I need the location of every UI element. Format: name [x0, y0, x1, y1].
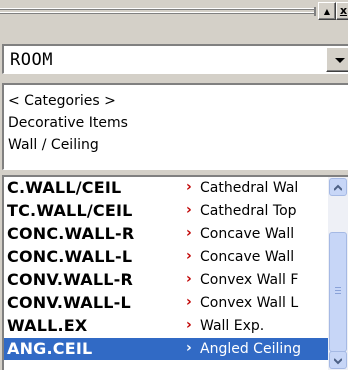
chevron-up-icon	[334, 184, 342, 191]
item-marker: ›	[186, 202, 192, 218]
item-marker: ›	[186, 294, 192, 310]
item-code: WALL.EX	[7, 316, 88, 335]
items-list[interactable]: C.WALL/CEIL › Cathedral Wal TC.WALL/CEIL…	[2, 175, 348, 370]
item-description: Concave Wall	[200, 249, 295, 265]
list-item[interactable]: TC.WALL/CEIL › Cathedral Top	[4, 200, 328, 222]
triangle-down-icon	[335, 58, 345, 63]
chevron-down-icon	[334, 358, 342, 365]
list-item[interactable]: CONV.WALL-R › Convex Wall F	[4, 269, 328, 291]
item-marker: ›	[186, 340, 192, 356]
item-code: TC.WALL/CEIL	[7, 201, 133, 220]
grip-line	[0, 9, 314, 10]
list-item[interactable]: C.WALL/CEIL › Cathedral Wal	[4, 177, 328, 199]
room-combobox[interactable]: ROOM	[2, 44, 348, 74]
category-item[interactable]: Decorative Items	[8, 115, 128, 131]
list-item[interactable]: CONV.WALL-L › Convex Wall L	[4, 292, 328, 314]
scroll-thumb[interactable]	[329, 232, 347, 352]
scroll-up-button[interactable]	[329, 178, 347, 196]
close-button[interactable]: x	[336, 2, 348, 20]
category-item[interactable]: < Categories >	[8, 93, 116, 109]
vertical-scrollbar[interactable]	[328, 177, 348, 370]
list-item[interactable]: WALL.EX › Wall Exp.	[4, 315, 328, 337]
grip-icon	[335, 287, 341, 295]
item-description: Angled Ceiling	[200, 341, 301, 357]
up-arrow-icon: ▲	[323, 7, 331, 16]
item-marker: ›	[186, 225, 192, 241]
item-description: Concave Wall	[200, 226, 295, 242]
item-code: ANG.CEIL	[7, 339, 93, 358]
item-code: CONC.WALL-R	[7, 224, 135, 243]
list-item-selected[interactable]: ANG.CEIL › Angled Ceiling	[4, 338, 328, 360]
categories-list[interactable]: < Categories > Decorative Items Wall / C…	[2, 83, 348, 170]
room-combobox-dropdown-button[interactable]	[326, 47, 348, 72]
item-code: CONC.WALL-L	[7, 247, 133, 266]
scroll-down-button[interactable]	[329, 351, 347, 369]
item-description: Cathedral Top	[200, 203, 297, 219]
item-marker: ›	[186, 179, 192, 195]
close-icon: x	[339, 4, 348, 17]
item-marker: ›	[186, 317, 192, 333]
collapse-up-button[interactable]: ▲	[318, 2, 336, 20]
item-marker: ›	[186, 271, 192, 287]
room-combobox-value: ROOM	[10, 50, 53, 70]
item-code: CONV.WALL-R	[7, 270, 133, 289]
item-description: Cathedral Wal	[200, 180, 299, 196]
item-marker: ›	[186, 248, 192, 264]
item-description: Convex Wall L	[200, 295, 299, 311]
item-code: C.WALL/CEIL	[7, 178, 122, 197]
list-item[interactable]: CONC.WALL-R › Concave Wall	[4, 223, 328, 245]
item-code: CONV.WALL-L	[7, 293, 131, 312]
item-description: Wall Exp.	[200, 318, 265, 334]
grip-end	[314, 7, 316, 16]
list-item[interactable]: CONC.WALL-L › Concave Wall	[4, 246, 328, 268]
category-item[interactable]: Wall / Ceiling	[8, 137, 99, 153]
grip-line	[0, 13, 314, 14]
item-description: Convex Wall F	[200, 272, 299, 288]
